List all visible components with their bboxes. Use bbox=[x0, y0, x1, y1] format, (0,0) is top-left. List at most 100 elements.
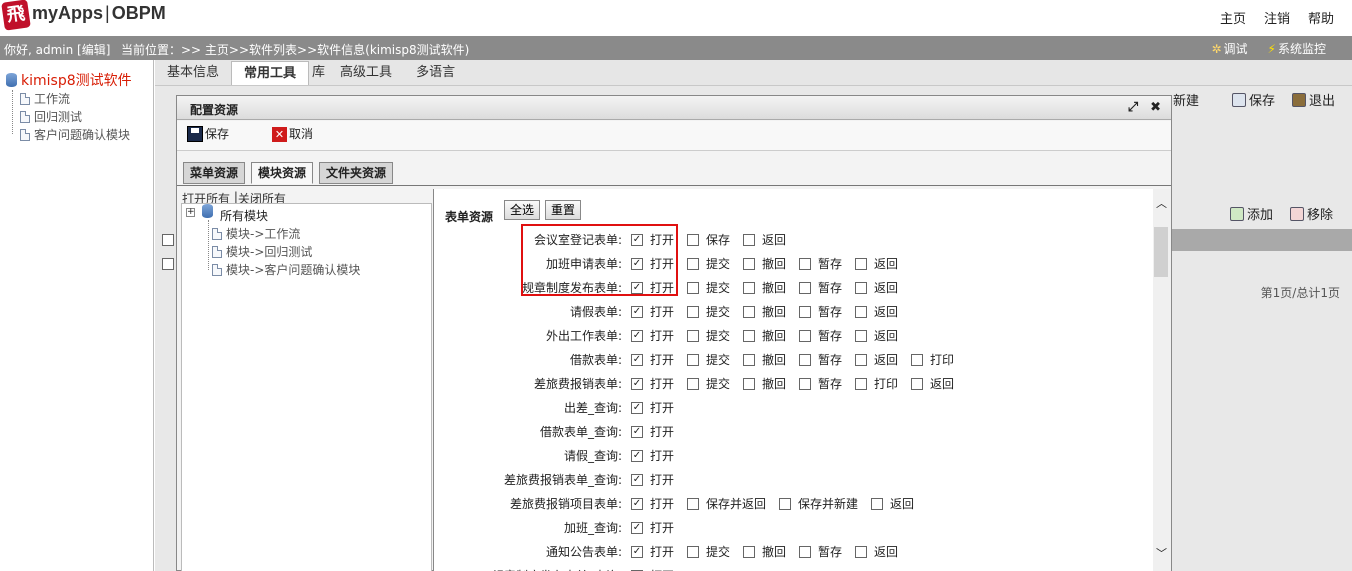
permission-checkbox[interactable] bbox=[687, 305, 699, 318]
permission-option[interactable]: ✓ 打开 bbox=[631, 471, 674, 488]
permission-option[interactable]: ✓ 打开 bbox=[631, 519, 674, 536]
permission-checkbox[interactable] bbox=[687, 329, 699, 342]
permission-option[interactable]: 提交 bbox=[687, 255, 730, 272]
permission-checkbox[interactable]: ✓ bbox=[631, 497, 643, 510]
permission-checkbox[interactable] bbox=[743, 377, 755, 390]
permission-checkbox[interactable] bbox=[779, 497, 791, 510]
permission-checkbox[interactable] bbox=[799, 353, 811, 366]
permission-checkbox[interactable] bbox=[687, 233, 699, 246]
permission-option[interactable]: 返回 bbox=[855, 279, 898, 296]
tree-item-workflow[interactable]: 工作流 bbox=[20, 90, 70, 107]
logout-link[interactable]: 注销 bbox=[1264, 8, 1290, 27]
permission-option[interactable]: 撤回 bbox=[743, 543, 786, 560]
tree-item-customer[interactable]: 客户问题确认模块 bbox=[20, 126, 130, 143]
permission-checkbox[interactable] bbox=[743, 353, 755, 366]
permission-option[interactable]: 返回 bbox=[911, 375, 954, 392]
permission-checkbox[interactable] bbox=[799, 377, 811, 390]
close-icon[interactable]: ✖ bbox=[1150, 100, 1161, 115]
permission-option[interactable]: 打印 bbox=[855, 375, 898, 392]
permission-checkbox[interactable] bbox=[743, 233, 755, 246]
module-tree-root[interactable]: 所有模块 bbox=[220, 207, 268, 224]
permission-option[interactable]: 返回 bbox=[855, 255, 898, 272]
permission-checkbox[interactable] bbox=[855, 305, 867, 318]
add-button[interactable]: 添加 bbox=[1230, 204, 1273, 223]
permission-checkbox[interactable]: ✓ bbox=[631, 305, 643, 318]
permission-checkbox[interactable] bbox=[855, 329, 867, 342]
permission-checkbox[interactable] bbox=[743, 545, 755, 558]
permission-option[interactable]: ✓ 打开 bbox=[631, 375, 674, 392]
permission-checkbox[interactable] bbox=[855, 545, 867, 558]
module-item-workflow[interactable]: 模块->工作流 bbox=[212, 225, 300, 242]
permission-option[interactable]: ✓ 打开 bbox=[631, 447, 674, 464]
row-checkbox[interactable] bbox=[162, 234, 174, 246]
permission-checkbox[interactable]: ✓ bbox=[631, 425, 643, 438]
permission-option[interactable]: 暂存 bbox=[799, 279, 842, 296]
debug-button[interactable]: ✲ 调试 bbox=[1211, 40, 1247, 57]
tab-multilang[interactable]: 多语言 bbox=[404, 61, 467, 85]
permission-option[interactable]: 提交 bbox=[687, 351, 730, 368]
permission-option[interactable]: 返回 bbox=[855, 303, 898, 320]
permission-option[interactable]: ✓ 打开 bbox=[631, 327, 674, 344]
permission-checkbox[interactable]: ✓ bbox=[631, 473, 643, 486]
permission-checkbox[interactable] bbox=[799, 545, 811, 558]
dialog-save-button[interactable]: 保存 bbox=[187, 125, 229, 142]
tab-menu-resource[interactable]: 菜单资源 bbox=[183, 162, 246, 184]
row-checkbox[interactable] bbox=[162, 258, 174, 270]
permission-checkbox[interactable]: ✓ bbox=[631, 329, 643, 342]
permission-checkbox[interactable] bbox=[687, 353, 699, 366]
tree-root[interactable]: kimisp8测试软件 bbox=[6, 70, 132, 90]
permission-checkbox[interactable] bbox=[855, 377, 867, 390]
permission-option[interactable]: 提交 bbox=[687, 279, 730, 296]
permission-checkbox[interactable] bbox=[743, 305, 755, 318]
user-greeting[interactable]: 你好, admin [编辑] bbox=[4, 41, 110, 58]
permission-checkbox[interactable] bbox=[687, 257, 699, 270]
tree-item-regression[interactable]: 回归测试 bbox=[20, 108, 82, 125]
permission-checkbox[interactable]: ✓ bbox=[631, 401, 643, 414]
permission-checkbox[interactable] bbox=[743, 281, 755, 294]
permission-option[interactable]: 返回 bbox=[855, 327, 898, 344]
permission-checkbox[interactable] bbox=[799, 305, 811, 318]
permission-checkbox[interactable]: ✓ bbox=[631, 521, 643, 534]
permission-checkbox[interactable] bbox=[743, 257, 755, 270]
permission-option[interactable]: 撤回 bbox=[743, 351, 786, 368]
maximize-icon[interactable]: ⤢ bbox=[1128, 100, 1138, 115]
permission-option[interactable]: ✓ 打开 bbox=[631, 495, 674, 512]
home-link[interactable]: 主页 bbox=[1220, 8, 1246, 27]
help-link[interactable]: 帮助 bbox=[1308, 8, 1334, 27]
permission-checkbox[interactable]: ✓ bbox=[631, 353, 643, 366]
permission-option[interactable]: 暂存 bbox=[799, 255, 842, 272]
permission-option[interactable]: ✓ 打开 bbox=[631, 543, 674, 560]
scroll-up-icon[interactable]: ︿ bbox=[1156, 195, 1167, 211]
permission-option[interactable]: ✓ 打开 bbox=[631, 303, 674, 320]
tab-module-resource[interactable]: 模块资源 bbox=[251, 162, 314, 184]
permission-checkbox[interactable] bbox=[799, 257, 811, 270]
permission-checkbox[interactable] bbox=[855, 257, 867, 270]
permission-option[interactable]: ✓ 打开 bbox=[631, 351, 674, 368]
select-all-button[interactable]: 全选 bbox=[504, 200, 541, 220]
save-button[interactable]: 保存 bbox=[1232, 90, 1275, 109]
permission-option[interactable]: 保存并新建 bbox=[779, 495, 858, 512]
permission-option[interactable]: ✓ 打开 bbox=[631, 399, 674, 416]
permission-checkbox[interactable] bbox=[799, 329, 811, 342]
monitor-button[interactable]: ⚡ 系统监控 bbox=[1268, 40, 1326, 57]
permission-option[interactable]: 保存 bbox=[687, 231, 730, 248]
permission-option[interactable]: 暂存 bbox=[799, 351, 842, 368]
tab-advanced-tools[interactable]: 高级工具 bbox=[328, 61, 404, 85]
permission-option[interactable]: ✓ 打开 bbox=[631, 423, 674, 440]
permission-checkbox[interactable]: ✓ bbox=[631, 545, 643, 558]
permission-option[interactable]: 保存并返回 bbox=[687, 495, 766, 512]
permission-checkbox[interactable] bbox=[687, 497, 699, 510]
permission-option[interactable]: 暂存 bbox=[799, 303, 842, 320]
reset-button[interactable]: 重置 bbox=[545, 200, 582, 220]
permission-option[interactable]: 返回 bbox=[871, 495, 914, 512]
exit-button[interactable]: 退出 bbox=[1292, 90, 1335, 109]
permission-checkbox[interactable] bbox=[799, 281, 811, 294]
permission-option[interactable]: 提交 bbox=[687, 327, 730, 344]
permission-checkbox[interactable] bbox=[687, 281, 699, 294]
permission-checkbox[interactable] bbox=[687, 377, 699, 390]
permission-checkbox[interactable]: ✓ bbox=[631, 377, 643, 390]
permission-checkbox[interactable] bbox=[743, 329, 755, 342]
permission-option[interactable]: 撤回 bbox=[743, 327, 786, 344]
module-item-customer[interactable]: 模块->客户问题确认模块 bbox=[212, 261, 360, 278]
permission-option[interactable]: 提交 bbox=[687, 543, 730, 560]
